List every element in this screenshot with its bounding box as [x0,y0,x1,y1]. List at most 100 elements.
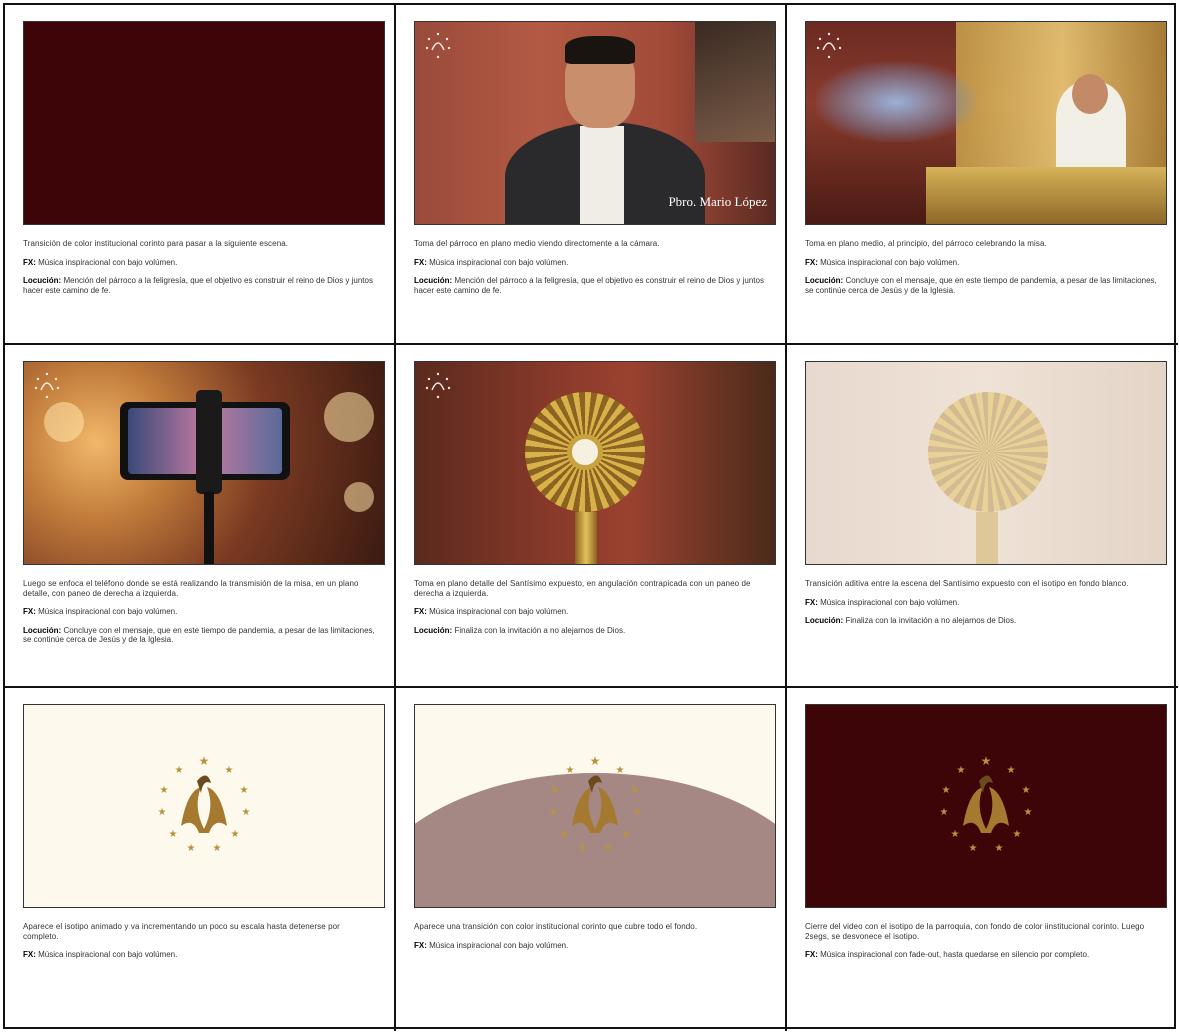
svg-text:★: ★ [158,807,167,818]
priest-shirt [580,126,624,224]
storyboard-panel: ★ ★ ★ ★ ★ ★ ★ ★ ★ ★ ★ Cierre del video c… [787,688,1178,1031]
svg-text:★: ★ [169,829,178,840]
panel-description: Aparece una transición con color institu… [414,922,698,931]
svg-text:★: ★ [566,765,575,776]
svg-text:★: ★ [187,843,196,854]
svg-text:★: ★ [622,829,631,840]
fx-text: Música inspiracional con bajo volúmen. [38,257,178,267]
parish-logo-watermark-icon [816,32,842,59]
locucion-text: Finaliza con la invitación a no alejarno… [454,625,626,635]
panel-description: Luego se enfoca el teléfono donde se est… [23,579,359,598]
svg-text:★: ★ [1007,765,1016,776]
storyboard-grid: Transición de color institucional corint… [3,3,1178,1031]
bokeh-light [324,392,374,442]
panel-description: Toma en plano medio, al principio, del p… [805,239,1047,248]
svg-text:★: ★ [1013,829,1022,840]
frame-logo-maroon: ★ ★ ★ ★ ★ ★ ★ ★ ★ ★ ★ [805,704,1167,908]
svg-text:★: ★ [957,765,966,776]
monstrance-rays [928,392,1048,512]
svg-text:★: ★ [175,765,184,776]
panel-description: Transición de color institucional corint… [23,239,289,248]
svg-text:★: ★ [225,765,234,776]
fx-text: Música inspiracional con fade-out, hasta… [820,950,1090,959]
locucion-text: Finaliza con la invitación a no alejarno… [845,616,1017,625]
panel-description: Transición aditiva entre la escena del S… [805,579,1129,588]
svg-text:★: ★ [213,843,222,854]
storyboard-panel: Luego se enfoca el teléfono donde se est… [5,345,396,688]
bokeh-light [344,482,374,512]
panel-fx: FX: Música inspiracional con bajo volúme… [23,258,376,268]
storyboard-panel: Transición de color institucional corint… [5,5,396,345]
storyboard-panel: Transición aditiva entre la escena del S… [787,345,1178,688]
svg-text:★: ★ [560,829,569,840]
frame-priest-altar [805,21,1167,225]
phone-clamp [196,390,222,494]
panel-fx: FX: Música inspiracional con bajo volúme… [23,950,376,960]
fx-label: FX: [23,257,36,267]
svg-text:★: ★ [969,843,978,854]
panel-locucion: Locución: Finaliza con la invitación a n… [414,626,767,636]
panel-description: Aparece el isotipo animado y va incremen… [23,922,340,941]
fx-label: FX: [414,607,427,616]
svg-text:★: ★ [231,829,240,840]
fx-label: FX: [805,950,818,959]
locucion-text: Concluye con el mensaje, que en este tie… [805,276,1157,295]
panel-description: Toma en plano detalle del Santísimo expu… [414,579,751,598]
panel-locucion: Locución: Finaliza con la invitación a n… [805,616,1160,626]
panel-description: Toma del párroco en plano medio viendo d… [414,239,660,248]
storyboard-panel: ★ ★ ★ ★ ★ ★ ★ ★ ★ ★ ★ Aparece una transi… [396,688,787,1031]
svg-text:★: ★ [549,807,558,818]
fx-text: Música inspiracional con bajo volúmen. [429,607,569,616]
priest-head [1072,74,1108,114]
panel-locucion: Locución: Mención del párroco a la felig… [414,276,767,295]
tripod-pole [204,492,214,564]
svg-text:★: ★ [631,785,640,796]
panel-fx: FX: Música inspiracional con bajo volúme… [805,258,1160,268]
background-painting [695,22,775,142]
frame-priest-interview: Pbro. Mario López [414,21,776,225]
svg-text:★: ★ [616,765,625,776]
frame-maroon-transition [23,21,385,225]
monstrance-stem [575,512,597,564]
panel-locucion: Locución: Mención del párroco a la felig… [23,276,376,295]
fx-text: Música inspiracional con bajo volúmen. [38,607,178,616]
panel-locucion: Locución: Concluye con el mensaje, que e… [23,626,376,645]
storyboard-panel: Toma en plano detalle del Santísimo expu… [396,345,787,688]
svg-text:★: ★ [940,807,949,818]
svg-text:★: ★ [199,754,210,768]
parish-logo-watermark-icon [425,32,451,59]
locucion-label: Locución: [414,625,453,635]
fx-text: Música inspiracional con bajo volúmen. [429,940,569,950]
parish-isotype-icon: ★ ★ ★ ★ ★ ★ ★ ★ ★ ★ ★ [158,754,251,854]
fx-text: Música inspiracional con bajo volúmen. [429,257,569,267]
monstrance-stem [976,512,998,564]
panel-description: Cierre del video con el isotipo de la pa… [805,922,1145,941]
fx-text: Música inspiracional con bajo volúmen. [820,257,960,267]
panel-fx: FX: Música inspiracional con bajo volúme… [414,941,767,951]
locucion-text: Mención del párroco a la feligresía, que… [414,276,764,295]
locucion-label: Locución: [805,276,844,285]
locucion-label: Locución: [414,276,453,285]
locucion-label: Locución: [23,625,62,635]
frame-logo-cream: ★ ★ ★ ★ ★ ★ ★ ★ ★ ★ ★ [23,704,385,908]
locucion-text: Concluye con el mensaje, que en este tie… [23,625,375,645]
svg-text:★: ★ [590,754,601,768]
parish-logo-watermark-icon [425,372,451,399]
svg-text:★: ★ [942,785,951,796]
fx-text: Música inspiracional con bajo volúmen. [38,950,178,959]
svg-text:★: ★ [551,785,560,796]
svg-text:★: ★ [1024,807,1033,818]
locucion-text: Mención del párroco a la feligresía, que… [23,276,373,295]
priest-hair [565,36,635,64]
altar-table [926,167,1166,224]
storyboard-panel: ★ ★ ★ ★ ★ ★ ★ ★ ★ ★ ★ Aparece el isotipo… [5,688,396,1031]
panel-fx: FX: Música inspiracional con bajo volúme… [23,607,376,617]
panel-locucion: Locución: Concluye con el mensaje, que e… [805,276,1160,295]
bokeh-light [44,402,84,442]
locucion-label: Locución: [805,616,844,625]
monstrance-host [567,434,603,470]
parish-isotype-icon: ★ ★ ★ ★ ★ ★ ★ ★ ★ ★ ★ [940,754,1033,854]
svg-text:★: ★ [951,829,960,840]
frame-monstrance [414,361,776,565]
frame-monstrance-fade [805,361,1167,565]
